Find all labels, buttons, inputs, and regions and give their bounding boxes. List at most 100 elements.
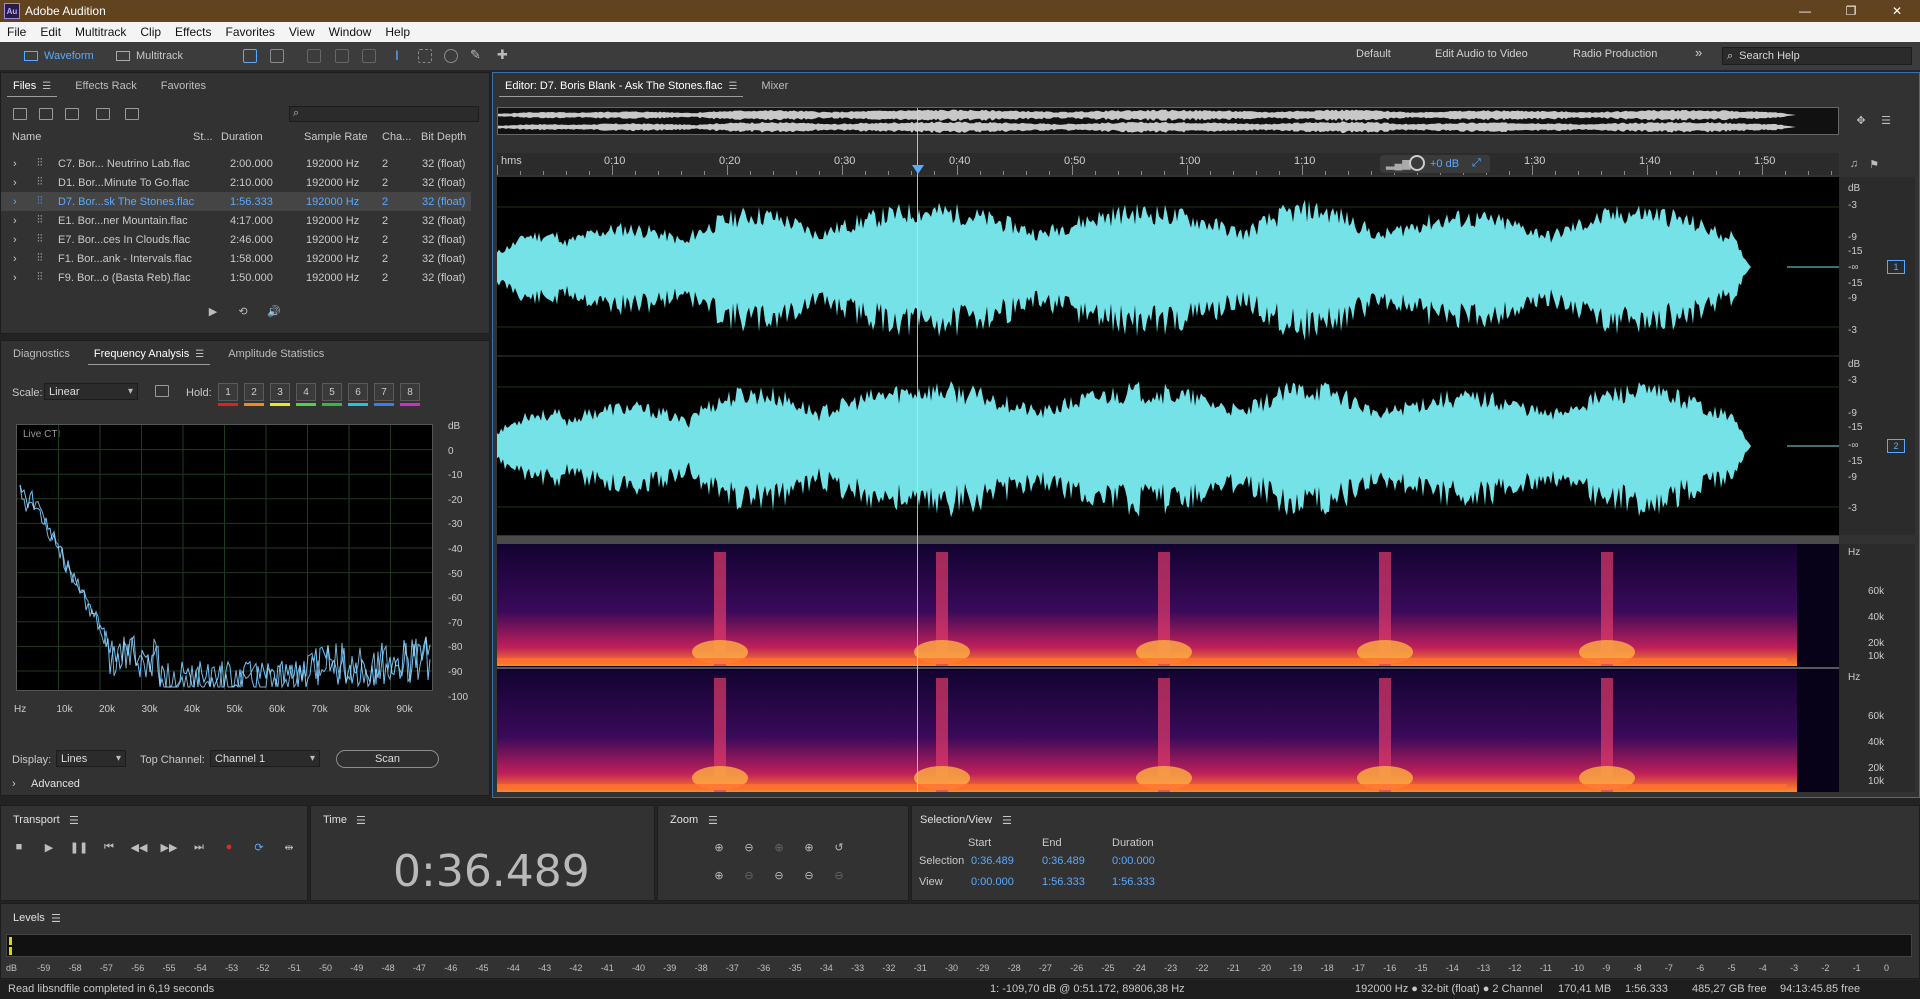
spectral-divider[interactable]	[497, 536, 1839, 544]
menu-help[interactable]: Help	[378, 25, 417, 39]
zoom-to-selection-icon[interactable]: ⊖	[803, 869, 815, 882]
gain-value[interactable]: +0 dB	[1430, 158, 1459, 170]
view-start[interactable]: 0:00.000	[971, 876, 1014, 888]
scale-dropdown[interactable]: Linear	[44, 383, 138, 400]
selection-duration[interactable]: 0:00.000	[1112, 855, 1155, 867]
menu-file[interactable]: File	[0, 25, 33, 39]
panel-menu-icon[interactable]: ☰	[195, 349, 204, 360]
hold-button-6[interactable]: 6	[348, 383, 368, 401]
zoom-in-right-icon[interactable]: ⊕	[803, 841, 815, 854]
menu-window[interactable]: Window	[322, 25, 379, 39]
hold-button-1[interactable]: 1	[218, 383, 238, 401]
selection-start[interactable]: 0:36.489	[971, 855, 1014, 867]
spectral-display[interactable]	[497, 544, 1839, 792]
file-row[interactable]: › ⫶⫶ F1. Bor...ank - Intervals.flac 1:58.00…	[1, 249, 471, 268]
zoom-in-left-icon[interactable]: ⊕	[773, 841, 785, 854]
channel-1-toggle[interactable]: 1	[1887, 260, 1905, 274]
tab-editor[interactable]: Editor: D7. Boris Blank - Ask The Stones…	[493, 73, 749, 99]
display-dropdown[interactable]: Lines	[56, 750, 126, 767]
close-button[interactable]: ✕	[1874, 0, 1920, 22]
tab-effects-rack[interactable]: Effects Rack	[63, 73, 149, 99]
panel-menu-icon[interactable]: ☰	[708, 814, 718, 827]
menu-edit[interactable]: Edit	[33, 25, 68, 39]
lasso-tool-icon[interactable]	[444, 49, 458, 63]
delete-icon[interactable]	[125, 108, 139, 120]
pitch-display-icon[interactable]	[270, 49, 284, 63]
workspace-edit-audio-to-video[interactable]: Edit Audio to Video	[1435, 48, 1528, 60]
hold-button-8[interactable]: 8	[400, 383, 420, 401]
zoom-in-time-icon[interactable]: ⊕	[713, 869, 725, 882]
channel-2-toggle[interactable]: 2	[1887, 439, 1905, 453]
loop-preview-icon[interactable]: ⟲	[237, 305, 249, 318]
tab-amplitude-statistics[interactable]: Amplitude Statistics	[216, 341, 336, 367]
file-row[interactable]: › ⫶⫶ C7. Bor... Neutrino Lab.flac 2:00.000 1…	[1, 154, 471, 173]
new-file-icon[interactable]	[65, 108, 79, 120]
selection-end[interactable]: 0:36.489	[1042, 855, 1085, 867]
move-tool-icon[interactable]	[307, 49, 321, 63]
hold-button-3[interactable]: 3	[270, 383, 290, 401]
move-to-previous-icon[interactable]: ⏮	[103, 841, 115, 853]
file-row[interactable]: › ⫶⫶ D7. Bor...sk The Stones.flac 1:56.333 1…	[1, 192, 471, 211]
panel-menu-icon[interactable]: ☰	[356, 814, 366, 827]
file-row[interactable]: › ⫶⫶ E7. Bor...ces In Clouds.flac 2:46.000 1…	[1, 230, 471, 249]
menu-clip[interactable]: Clip	[133, 25, 168, 39]
stop-icon[interactable]: ■	[13, 841, 25, 853]
col-sample-rate[interactable]: Sample Rate	[304, 131, 368, 143]
razor-tool-icon[interactable]	[335, 49, 349, 63]
hud-gain-control[interactable]: ▂▄▆ +0 dB ⤢	[1380, 155, 1490, 173]
slip-tool-icon[interactable]	[362, 49, 376, 63]
hold-button-5[interactable]: 5	[322, 383, 342, 401]
hold-button-4[interactable]: 4	[296, 383, 316, 401]
autoplay-icon[interactable]: 🔊	[267, 305, 281, 318]
multitrack-view-button[interactable]: Multitrack	[110, 47, 189, 65]
expand-chevron-icon[interactable]: ›	[13, 215, 17, 227]
view-duration[interactable]: 1:56.333	[1112, 876, 1155, 888]
zoom-out-full-icon[interactable]: ⊖	[773, 869, 785, 882]
tab-mixer[interactable]: Mixer	[749, 73, 800, 99]
hold-button-2[interactable]: 2	[244, 383, 264, 401]
spectral-display-icon[interactable]	[243, 49, 257, 63]
overview-navigator[interactable]	[497, 107, 1839, 135]
open-file-icon[interactable]	[13, 108, 27, 120]
waveform-display[interactable]	[497, 177, 1839, 535]
top-channel-dropdown[interactable]: Channel 1	[210, 750, 320, 767]
menu-effects[interactable]: Effects	[168, 25, 218, 39]
file-row[interactable]: › ⫶⫶ E1. Bor...ner Mountain.flac 4:17.000 19…	[1, 211, 471, 230]
tab-favorites[interactable]: Favorites	[149, 73, 218, 99]
brush-tool-icon[interactable]: ✎	[470, 48, 484, 63]
tab-files[interactable]: Files ☰	[1, 73, 63, 99]
expand-chevron-icon[interactable]: ›	[13, 253, 17, 265]
expand-chevron-icon[interactable]: ›	[13, 196, 17, 208]
menu-favorites[interactable]: Favorites	[219, 25, 282, 39]
move-to-next-icon[interactable]: ⏭	[193, 841, 205, 853]
zoom-out-time-icon[interactable]: ⊖	[743, 869, 755, 882]
files-search-input[interactable]: ⌕	[289, 106, 479, 122]
col-status[interactable]: St...	[193, 131, 213, 143]
insert-into-multitrack-icon[interactable]	[96, 108, 110, 120]
playhead-cti[interactable]	[917, 108, 918, 792]
zoom-in-amplitude-icon[interactable]: ⊕	[713, 841, 725, 854]
advanced-toggle[interactable]: Advanced	[31, 778, 80, 790]
play-icon[interactable]: ▶	[43, 841, 55, 854]
zoom-out-full-icon[interactable]: ✥	[1855, 114, 1867, 127]
file-row[interactable]: › ⫶⫶ D1. Bor...Minute To Go.flac 2:10.000 19…	[1, 173, 471, 192]
zoom-fit-icon[interactable]: ⊖	[833, 869, 845, 882]
panel-menu-icon[interactable]: ☰	[69, 814, 79, 827]
restore-button[interactable]: ❐	[1828, 0, 1874, 22]
workspace-default[interactable]: Default	[1356, 48, 1391, 60]
time-ruler[interactable]	[497, 153, 1839, 175]
more-workspaces-button[interactable]: »	[1695, 45, 1702, 60]
zoom-out-amplitude-icon[interactable]: ⊖	[743, 841, 755, 854]
record-icon[interactable]: ●	[223, 841, 235, 853]
minimize-button[interactable]: —	[1782, 0, 1828, 22]
expand-chevron-icon[interactable]: ›	[13, 272, 17, 284]
skip-selection-icon[interactable]: ⇹	[283, 841, 295, 854]
waveform-view-button[interactable]: Waveform	[18, 47, 100, 65]
pin-hud-icon[interactable]: ⤢	[1472, 157, 1481, 170]
headphone-icon[interactable]: ♫	[1848, 158, 1860, 170]
marker-pin-icon[interactable]: ⚑	[1868, 158, 1880, 171]
hold-button-7[interactable]: 7	[374, 383, 394, 401]
expand-chevron-icon[interactable]: ›	[13, 234, 17, 246]
col-duration[interactable]: Duration	[221, 131, 263, 143]
workspace-radio-production[interactable]: Radio Production	[1573, 48, 1657, 60]
